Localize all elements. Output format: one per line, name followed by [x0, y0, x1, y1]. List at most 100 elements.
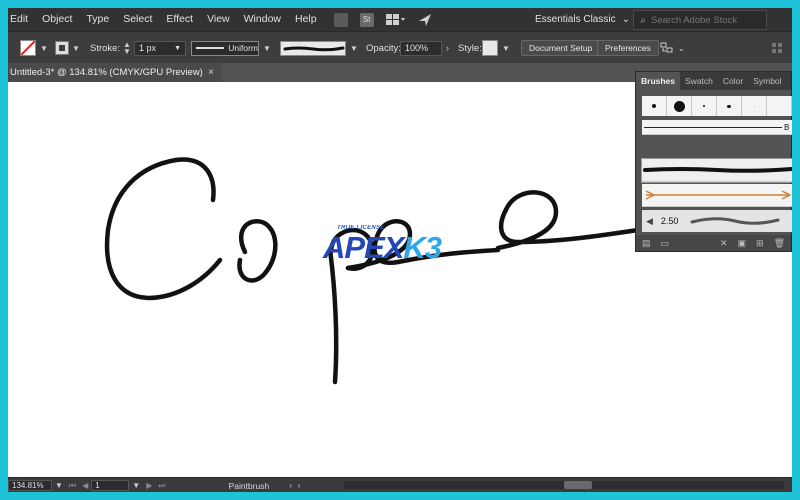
- graphic-style-swatch[interactable]: [482, 40, 498, 56]
- stroke-stepper-icon[interactable]: ▲ ▼: [123, 41, 131, 56]
- chevron-down-icon: ▼: [40, 43, 48, 53]
- stroke-swatch[interactable]: ▼: [55, 32, 80, 64]
- chevron-down-icon[interactable]: ▼: [502, 44, 510, 53]
- chevron-down-icon: ⌄: [621, 14, 630, 25]
- previous-artboard-icon[interactable]: ◀: [82, 481, 88, 490]
- horizontal-scrollbar[interactable]: [344, 481, 784, 489]
- libraries-panel-icon[interactable]: ▭: [661, 238, 670, 249]
- workspace-switcher[interactable]: Essentials Classic ⌄: [535, 12, 630, 27]
- artboard-field[interactable]: 1: [91, 480, 130, 491]
- stroke-label: Stroke:: [90, 42, 121, 54]
- tab-brushes[interactable]: Brushes: [636, 72, 681, 90]
- stroke-letter-e-second: [495, 190, 641, 251]
- tab-color[interactable]: Color: [718, 72, 748, 90]
- chevron-down-icon: ⌄: [678, 43, 685, 53]
- scrollbar-thumb[interactable]: [564, 481, 592, 489]
- chevron-left-icon[interactable]: ‹: [298, 481, 301, 490]
- charcoal-brush-selected[interactable]: [641, 158, 792, 183]
- stock-search[interactable]: ⌕: [633, 10, 767, 30]
- chevron-down-icon[interactable]: ▼: [55, 481, 63, 490]
- panel-footer: ▤ ▭ ✕ ▣ ⊞ 🗑: [636, 235, 791, 251]
- wave-stroke-icon: [690, 217, 780, 225]
- fill-none-icon: [20, 40, 36, 56]
- brush-dot-empty[interactable]: [767, 96, 792, 116]
- dot-icon: [652, 104, 656, 108]
- arrange-documents-icon[interactable]: [385, 13, 406, 26]
- brush-dot-faint[interactable]: [742, 96, 767, 116]
- menu-type[interactable]: Type: [79, 8, 116, 31]
- document-tab-title: Untitled-3* @ 134.81% (CMYK/GPU Preview): [10, 67, 203, 78]
- close-icon[interactable]: ×: [208, 67, 214, 78]
- search-input[interactable]: [649, 14, 761, 26]
- brush-definition[interactable]: [280, 40, 346, 56]
- control-bar: ▼ ▼ Stroke: ▲ ▼ 1 px ▼ Uniform ▼ ▼ Opaci…: [8, 31, 792, 65]
- fill-swatch[interactable]: ▼: [20, 32, 48, 64]
- chevron-right-icon[interactable]: ›: [289, 481, 292, 490]
- bridge-icon[interactable]: [333, 12, 348, 27]
- opacity-label: Opacity:: [366, 42, 401, 54]
- profile-value: Uniform: [228, 43, 258, 53]
- brush-size-value: 2.50: [660, 216, 679, 226]
- variable-width-profile[interactable]: Uniform: [191, 40, 259, 56]
- charcoal-stroke-icon: [643, 167, 792, 173]
- chevron-down-icon: ▼: [72, 43, 80, 53]
- gpu-performance-icon[interactable]: [418, 13, 432, 27]
- chevron-down-icon[interactable]: ▼: [132, 481, 140, 490]
- chevron-down-icon: ▼: [174, 44, 181, 52]
- menu-help[interactable]: Help: [288, 8, 324, 31]
- dot-icon: [673, 100, 685, 112]
- stroke-weight-field[interactable]: 1 px ▼: [134, 40, 186, 56]
- pattern-brush[interactable]: ◀ 2.50: [642, 210, 792, 232]
- preferences-button[interactable]: Preferences: [597, 40, 659, 56]
- profile-line-icon: [196, 47, 225, 49]
- dot-icon: [703, 105, 705, 107]
- menu-view[interactable]: View: [200, 8, 237, 31]
- workspace-label: Essentials Classic: [535, 14, 616, 25]
- watermark-logo: TRUE LICENSE APEXK3: [323, 225, 458, 282]
- zoom-value: 134.81%: [12, 481, 44, 490]
- stroke-letter-o: [237, 219, 278, 283]
- first-artboard-icon[interactable]: ⏮: [69, 481, 76, 491]
- panel-grip-icon[interactable]: [772, 32, 782, 64]
- basic-line-icon: [644, 126, 782, 128]
- new-brush-icon[interactable]: ⊞: [756, 238, 764, 249]
- delete-brush-icon[interactable]: 🗑: [774, 238, 785, 249]
- arrow-stroke-icon: [645, 190, 792, 200]
- brush-dot-large[interactable]: [667, 96, 692, 116]
- speaker-icon: ◀: [646, 215, 653, 226]
- search-icon: ⌕: [640, 14, 646, 26]
- document-setup-button[interactable]: Document Setup: [521, 40, 601, 56]
- next-artboard-icon[interactable]: ▶: [146, 481, 152, 490]
- stock-icon[interactable]: St: [359, 12, 374, 27]
- chevron-down-icon[interactable]: ▼: [263, 44, 271, 53]
- chevron-down-icon[interactable]: ▼: [350, 44, 358, 53]
- panel-tabs: Brushes Swatch Color Symbol: [636, 72, 791, 90]
- brush-dot-small[interactable]: [642, 96, 667, 116]
- dot-icon: [753, 105, 755, 107]
- menu-effect[interactable]: Effect: [159, 8, 200, 31]
- last-artboard-icon[interactable]: ⏭: [158, 481, 165, 491]
- chevron-right-icon[interactable]: ›: [446, 43, 449, 53]
- opacity-field[interactable]: 100%: [400, 40, 442, 56]
- stroke-weight-value: 1 px: [139, 43, 157, 53]
- document-tab[interactable]: Untitled-3* @ 134.81% (CMYK/GPU Preview)…: [8, 63, 222, 82]
- menu-window[interactable]: Window: [237, 8, 288, 31]
- current-tool-label: Paintbrush: [228, 480, 270, 491]
- tab-swatches[interactable]: Swatch: [680, 72, 718, 90]
- basic-brush[interactable]: B: [642, 120, 792, 135]
- brush-stroke-preview-icon: [283, 46, 345, 51]
- tab-symbols[interactable]: Symbol: [748, 72, 786, 90]
- arrange-icon[interactable]: ⌄: [660, 32, 685, 64]
- options-icon[interactable]: ▣: [738, 238, 747, 249]
- menu-edit[interactable]: Edit: [8, 8, 35, 31]
- menu-object[interactable]: Object: [35, 8, 79, 31]
- brush-library-icon[interactable]: ▤: [642, 238, 651, 249]
- zoom-field[interactable]: 134.81%: [8, 480, 52, 491]
- dot-icon: [727, 104, 731, 108]
- remove-stroke-icon[interactable]: ✕: [720, 238, 728, 249]
- status-bar: 134.81% ▼ ⏮ ◀ 1 ▼ ▶ ⏭ Paintbrush › ‹: [8, 477, 792, 492]
- arrow-brush[interactable]: [642, 184, 792, 207]
- brush-dot-angled[interactable]: [717, 96, 742, 116]
- brush-dot-tiny[interactable]: [692, 96, 717, 116]
- menu-select[interactable]: Select: [116, 8, 159, 31]
